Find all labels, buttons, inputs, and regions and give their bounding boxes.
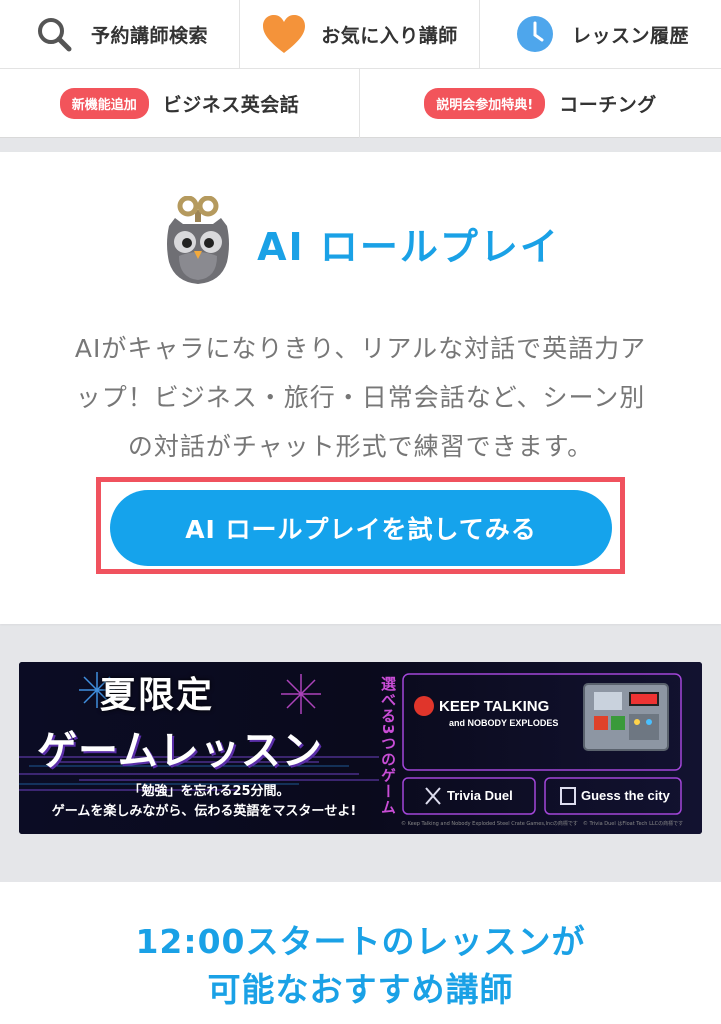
- banner-headline-game-lesson: ゲームレッスン: [37, 728, 323, 774]
- nav-row-2: 新機能追加 ビジネス英会話 説明会参加特典! コーチング: [0, 69, 721, 138]
- game-trivia-duel: Trivia Duel: [447, 788, 513, 803]
- banner-subline-1: 「勉強」を忘れる25分間。: [128, 784, 290, 799]
- recommended-teachers-section: 12:00スタートのレッスンが 可能なおすすめ講師: [0, 882, 721, 1024]
- clock-icon: [512, 11, 558, 57]
- nav-business-english-label: ビジネス英会話: [162, 94, 300, 116]
- banner-headline-summer: 夏限定: [99, 675, 214, 716]
- nav-favorite-teachers[interactable]: お気に入り講師: [240, 0, 480, 68]
- description-line-1: AIがキャラになりきり、リアルな対話で英語力ア: [74, 334, 647, 363]
- recommended-teachers-title: 12:00スタートのレッスンが 可能なおすすめ講師: [0, 918, 721, 1014]
- owl-robot-icon: [161, 195, 235, 290]
- heart-icon: [261, 11, 307, 57]
- game-guess-the-city: Guess the city: [581, 788, 670, 803]
- nav-row-1: 予約講師検索 お気に入り講師 レッスン履歴: [0, 0, 721, 69]
- game-keep-talking-subtitle: and NOBODY EXPLODES: [449, 718, 559, 728]
- info-session-badge: 説明会参加特典!: [424, 88, 546, 119]
- description-line-3: の対話がチャット形式で練習できます。: [127, 432, 594, 461]
- nav-business-english[interactable]: 新機能追加 ビジネス英会話: [0, 69, 360, 138]
- nav-lesson-history[interactable]: レッスン履歴: [480, 0, 721, 68]
- nav-lesson-history-label: レッスン履歴: [571, 24, 689, 47]
- try-ai-roleplay-button[interactable]: AI ロールプレイを試してみる: [110, 490, 612, 566]
- search-icon: [31, 11, 77, 57]
- recommended-title-line-2: 可能なおすすめ講師: [207, 970, 514, 1009]
- nav-coaching[interactable]: 説明会参加特典! コーチング: [360, 69, 721, 138]
- game-keep-talking-title: KEEP TALKING: [439, 698, 550, 715]
- banner-fineprint: © Keep Talking and Nobody Exploded Steel…: [401, 821, 684, 827]
- new-feature-badge: 新機能追加: [59, 88, 149, 119]
- ai-roleplay-header: AI ロールプレイ: [0, 195, 721, 290]
- nav-coaching-label: コーチング: [559, 94, 657, 116]
- recommended-title-line-1: 12:00スタートのレッスンが: [135, 922, 586, 961]
- nav-favorite-teachers-label: お気に入り講師: [321, 24, 458, 47]
- ai-roleplay-description: AIがキャラになりきり、リアルな対話で英語力ア ップ！ビジネス・旅行・日常会話な…: [40, 324, 681, 471]
- ai-roleplay-card: AI ロールプレイ AIがキャラになりきり、リアルな対話で英語力ア ップ！ビジネ…: [0, 152, 721, 624]
- nav-teacher-search-label: 予約講師検索: [90, 24, 208, 47]
- nav-teacher-search[interactable]: 予約講師検索: [0, 0, 240, 68]
- summer-game-lesson-banner[interactable]: 夏限定 ゲームレッスン 「勉強」を忘れる25分間。 ゲームを楽しみながら、伝わる…: [19, 662, 702, 834]
- ai-roleplay-title: AI ロールプレイ: [257, 224, 560, 269]
- top-navigation: 予約講師検索 お気に入り講師 レッスン履歴 新機能追加 ビジネス英会話 説明会参…: [0, 0, 721, 138]
- description-line-2: ップ！ビジネス・旅行・日常会話など、シーン別: [75, 383, 646, 412]
- banner-subline-2: ゲームを楽しみながら、伝わる英語をマスターせよ!: [51, 804, 357, 819]
- banner-vertical-caption: 選べる3つのゲーム: [379, 676, 397, 816]
